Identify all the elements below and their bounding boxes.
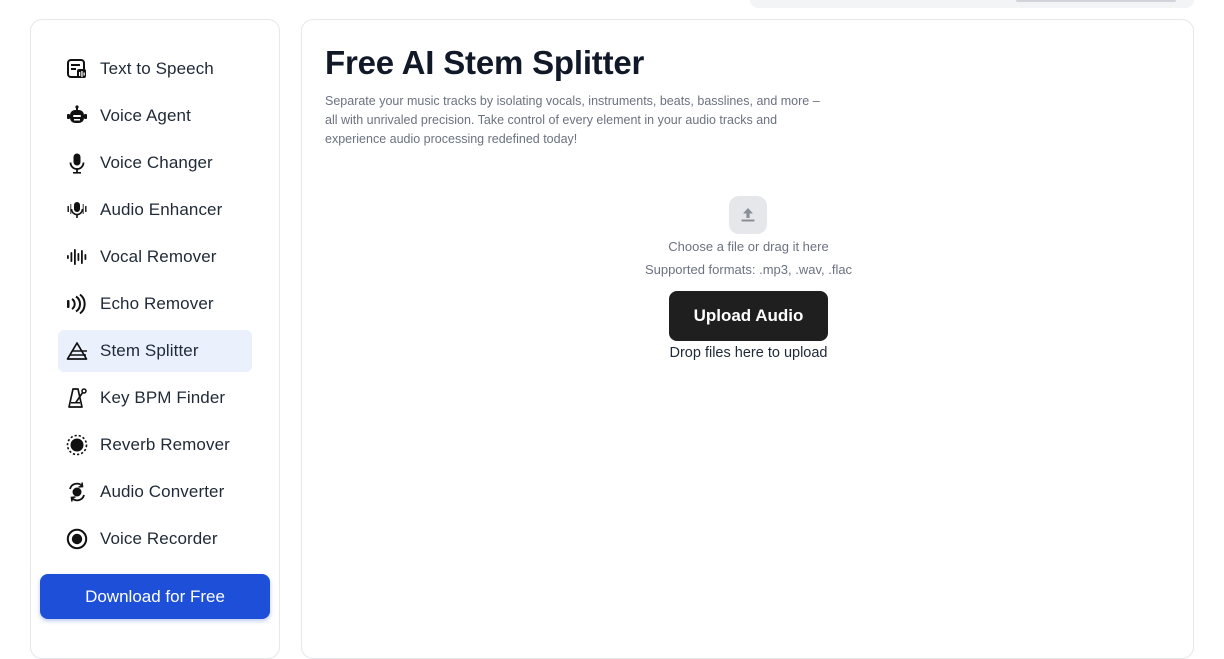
sidebar-item-label: Stem Splitter <box>100 341 199 360</box>
sidebar-item-voice-changer[interactable]: Voice Changer <box>58 142 252 184</box>
top-bar-scroll-indicator <box>1016 0 1176 2</box>
sidebar-item-voice-agent[interactable]: Voice Agent <box>58 95 252 137</box>
sidebar-item-label: Voice Changer <box>100 153 213 172</box>
top-bar-fragment <box>750 0 1194 8</box>
sidebar-item-label: Audio Converter <box>100 482 225 501</box>
sidebar: Text to Speech Voice Agent Voice Changer… <box>30 19 280 659</box>
triangle-split-icon <box>66 340 88 362</box>
sidebar-item-label: Voice Recorder <box>100 529 218 548</box>
sidebar-item-key-bpm-finder[interactable]: Key BPM Finder <box>58 377 252 419</box>
page-title: Free AI Stem Splitter <box>325 44 645 81</box>
sidebar-item-label: Text to Speech <box>100 59 214 78</box>
sidebar-item-audio-enhancer[interactable]: Audio Enhancer <box>58 189 252 231</box>
metronome-icon <box>66 387 88 409</box>
sidebar-item-text-to-speech[interactable]: Text to Speech <box>58 48 252 90</box>
record-icon <box>66 528 88 550</box>
sidebar-item-stem-splitter[interactable]: Stem Splitter <box>58 330 252 372</box>
upload-choose-text: Choose a file or drag it here <box>668 239 829 254</box>
echo-waves-icon <box>66 293 88 315</box>
sidebar-item-reverb-remover[interactable]: Reverb Remover <box>58 424 252 466</box>
convert-icon <box>66 481 88 503</box>
sidebar-item-echo-remover[interactable]: Echo Remover <box>58 283 252 325</box>
main-panel: Free AI Stem Splitter Separate your musi… <box>301 19 1194 659</box>
sidebar-item-label: Reverb Remover <box>100 435 230 454</box>
drop-zone-text: Drop files here to upload <box>669 345 828 361</box>
sidebar-item-audio-converter[interactable]: Audio Converter <box>58 471 252 513</box>
enhanced-mic-icon <box>66 199 88 221</box>
upload-formats-text: Supported formats: .mp3, .wav, .flac <box>644 262 853 277</box>
upload-icon[interactable] <box>729 196 767 234</box>
waveform-icon <box>66 246 88 268</box>
robot-icon <box>66 105 88 127</box>
page-description: Separate your music tracks by isolating … <box>325 94 820 146</box>
sidebar-item-label: Echo Remover <box>100 294 214 313</box>
text-to-speech-icon <box>66 58 88 80</box>
sidebar-item-label: Key BPM Finder <box>100 388 226 407</box>
reverb-circle-icon <box>66 434 88 456</box>
sidebar-item-vocal-remover[interactable]: Vocal Remover <box>58 236 252 278</box>
sidebar-item-label: Audio Enhancer <box>100 200 223 219</box>
upload-audio-button[interactable]: Upload Audio <box>669 291 828 341</box>
sidebar-item-label: Voice Agent <box>100 106 191 125</box>
microphone-icon <box>66 152 88 174</box>
sidebar-item-voice-recorder[interactable]: Voice Recorder <box>58 518 252 560</box>
download-for-free-button[interactable]: Download for Free <box>40 574 270 619</box>
sidebar-item-label: Vocal Remover <box>100 247 217 266</box>
